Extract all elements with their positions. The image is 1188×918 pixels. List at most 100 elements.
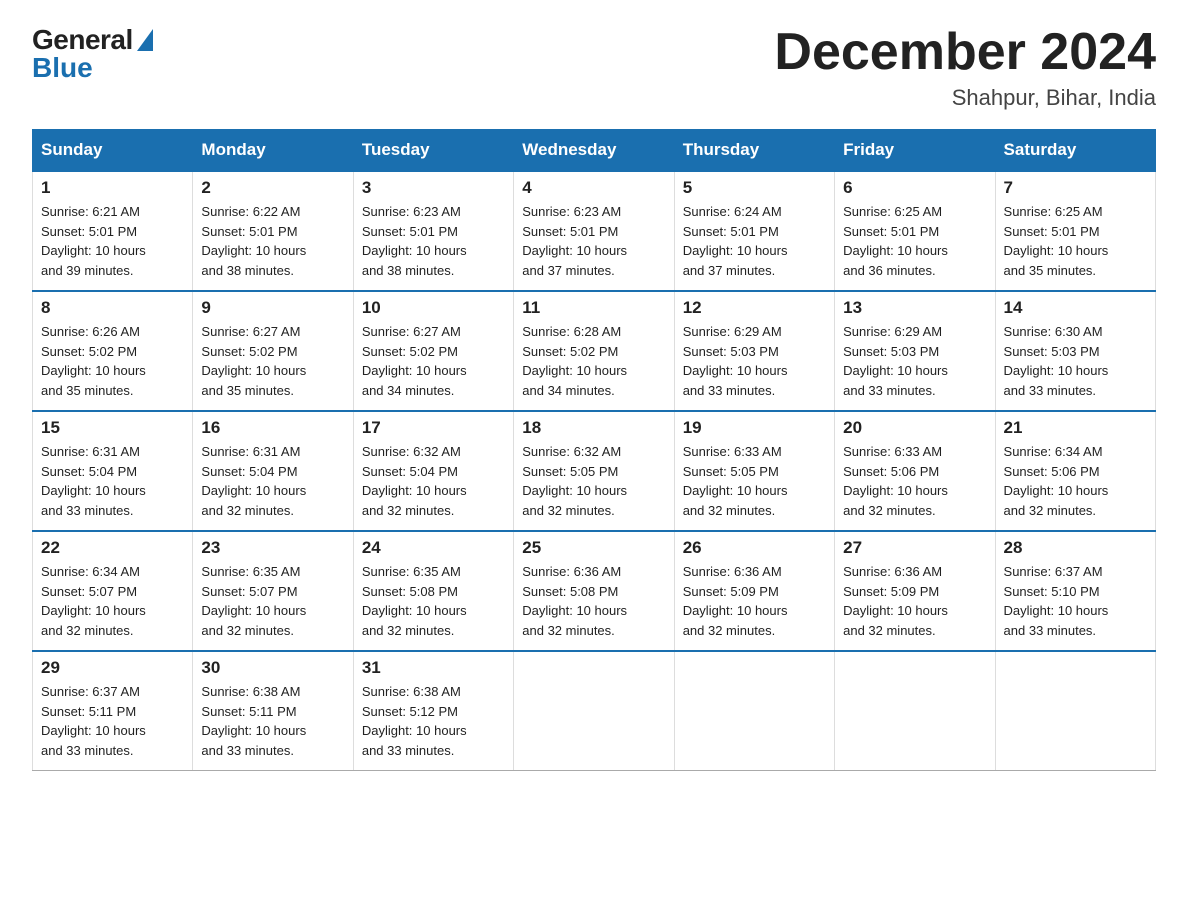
- day-info: Sunrise: 6:38 AM Sunset: 5:11 PM Dayligh…: [201, 682, 344, 760]
- day-info: Sunrise: 6:31 AM Sunset: 5:04 PM Dayligh…: [201, 442, 344, 520]
- calendar-cell: 25 Sunrise: 6:36 AM Sunset: 5:08 PM Dayl…: [514, 531, 674, 651]
- day-number: 3: [362, 178, 505, 198]
- calendar-subtitle: Shahpur, Bihar, India: [774, 85, 1156, 111]
- logo-blue-text: Blue: [32, 52, 93, 84]
- day-info: Sunrise: 6:27 AM Sunset: 5:02 PM Dayligh…: [201, 322, 344, 400]
- calendar-table: Sunday Monday Tuesday Wednesday Thursday…: [32, 129, 1156, 771]
- header-thursday: Thursday: [674, 130, 834, 172]
- calendar-title: December 2024: [774, 24, 1156, 81]
- day-info: Sunrise: 6:33 AM Sunset: 5:05 PM Dayligh…: [683, 442, 826, 520]
- calendar-cell: 3 Sunrise: 6:23 AM Sunset: 5:01 PM Dayli…: [353, 171, 513, 291]
- calendar-cell: 30 Sunrise: 6:38 AM Sunset: 5:11 PM Dayl…: [193, 651, 353, 771]
- day-info: Sunrise: 6:26 AM Sunset: 5:02 PM Dayligh…: [41, 322, 184, 400]
- day-info: Sunrise: 6:28 AM Sunset: 5:02 PM Dayligh…: [522, 322, 665, 400]
- day-info: Sunrise: 6:25 AM Sunset: 5:01 PM Dayligh…: [1004, 202, 1147, 280]
- day-number: 19: [683, 418, 826, 438]
- day-number: 1: [41, 178, 184, 198]
- day-number: 24: [362, 538, 505, 558]
- day-info: Sunrise: 6:37 AM Sunset: 5:11 PM Dayligh…: [41, 682, 184, 760]
- day-info: Sunrise: 6:38 AM Sunset: 5:12 PM Dayligh…: [362, 682, 505, 760]
- calendar-cell: 22 Sunrise: 6:34 AM Sunset: 5:07 PM Dayl…: [33, 531, 193, 651]
- day-info: Sunrise: 6:32 AM Sunset: 5:04 PM Dayligh…: [362, 442, 505, 520]
- day-number: 22: [41, 538, 184, 558]
- calendar-cell: 24 Sunrise: 6:35 AM Sunset: 5:08 PM Dayl…: [353, 531, 513, 651]
- day-info: Sunrise: 6:21 AM Sunset: 5:01 PM Dayligh…: [41, 202, 184, 280]
- header-monday: Monday: [193, 130, 353, 172]
- day-info: Sunrise: 6:36 AM Sunset: 5:09 PM Dayligh…: [683, 562, 826, 640]
- day-info: Sunrise: 6:31 AM Sunset: 5:04 PM Dayligh…: [41, 442, 184, 520]
- calendar-cell: 21 Sunrise: 6:34 AM Sunset: 5:06 PM Dayl…: [995, 411, 1155, 531]
- header-tuesday: Tuesday: [353, 130, 513, 172]
- day-info: Sunrise: 6:29 AM Sunset: 5:03 PM Dayligh…: [843, 322, 986, 400]
- calendar-header-row: Sunday Monday Tuesday Wednesday Thursday…: [33, 130, 1156, 172]
- calendar-cell: 7 Sunrise: 6:25 AM Sunset: 5:01 PM Dayli…: [995, 171, 1155, 291]
- day-number: 15: [41, 418, 184, 438]
- header-wednesday: Wednesday: [514, 130, 674, 172]
- page-header: General Blue December 2024 Shahpur, Biha…: [32, 24, 1156, 111]
- day-number: 2: [201, 178, 344, 198]
- day-number: 17: [362, 418, 505, 438]
- day-number: 11: [522, 298, 665, 318]
- header-saturday: Saturday: [995, 130, 1155, 172]
- day-number: 10: [362, 298, 505, 318]
- calendar-cell: 6 Sunrise: 6:25 AM Sunset: 5:01 PM Dayli…: [835, 171, 995, 291]
- day-number: 6: [843, 178, 986, 198]
- day-info: Sunrise: 6:22 AM Sunset: 5:01 PM Dayligh…: [201, 202, 344, 280]
- day-info: Sunrise: 6:35 AM Sunset: 5:08 PM Dayligh…: [362, 562, 505, 640]
- day-number: 14: [1004, 298, 1147, 318]
- calendar-cell: 11 Sunrise: 6:28 AM Sunset: 5:02 PM Dayl…: [514, 291, 674, 411]
- calendar-cell: 1 Sunrise: 6:21 AM Sunset: 5:01 PM Dayli…: [33, 171, 193, 291]
- day-info: Sunrise: 6:30 AM Sunset: 5:03 PM Dayligh…: [1004, 322, 1147, 400]
- day-number: 28: [1004, 538, 1147, 558]
- day-number: 21: [1004, 418, 1147, 438]
- day-number: 26: [683, 538, 826, 558]
- day-info: Sunrise: 6:36 AM Sunset: 5:08 PM Dayligh…: [522, 562, 665, 640]
- day-number: 13: [843, 298, 986, 318]
- calendar-cell: 28 Sunrise: 6:37 AM Sunset: 5:10 PM Dayl…: [995, 531, 1155, 651]
- day-info: Sunrise: 6:36 AM Sunset: 5:09 PM Dayligh…: [843, 562, 986, 640]
- day-number: 30: [201, 658, 344, 678]
- calendar-cell: 17 Sunrise: 6:32 AM Sunset: 5:04 PM Dayl…: [353, 411, 513, 531]
- calendar-cell: 29 Sunrise: 6:37 AM Sunset: 5:11 PM Dayl…: [33, 651, 193, 771]
- header-friday: Friday: [835, 130, 995, 172]
- calendar-cell: [674, 651, 834, 771]
- calendar-cell: [995, 651, 1155, 771]
- day-info: Sunrise: 6:29 AM Sunset: 5:03 PM Dayligh…: [683, 322, 826, 400]
- day-info: Sunrise: 6:34 AM Sunset: 5:07 PM Dayligh…: [41, 562, 184, 640]
- calendar-week-row: 22 Sunrise: 6:34 AM Sunset: 5:07 PM Dayl…: [33, 531, 1156, 651]
- day-number: 4: [522, 178, 665, 198]
- header-sunday: Sunday: [33, 130, 193, 172]
- calendar-week-row: 15 Sunrise: 6:31 AM Sunset: 5:04 PM Dayl…: [33, 411, 1156, 531]
- calendar-cell: 18 Sunrise: 6:32 AM Sunset: 5:05 PM Dayl…: [514, 411, 674, 531]
- calendar-cell: 2 Sunrise: 6:22 AM Sunset: 5:01 PM Dayli…: [193, 171, 353, 291]
- day-number: 25: [522, 538, 665, 558]
- calendar-cell: [514, 651, 674, 771]
- calendar-cell: 15 Sunrise: 6:31 AM Sunset: 5:04 PM Dayl…: [33, 411, 193, 531]
- calendar-cell: 19 Sunrise: 6:33 AM Sunset: 5:05 PM Dayl…: [674, 411, 834, 531]
- day-info: Sunrise: 6:27 AM Sunset: 5:02 PM Dayligh…: [362, 322, 505, 400]
- calendar-cell: 9 Sunrise: 6:27 AM Sunset: 5:02 PM Dayli…: [193, 291, 353, 411]
- day-number: 20: [843, 418, 986, 438]
- calendar-cell: 27 Sunrise: 6:36 AM Sunset: 5:09 PM Dayl…: [835, 531, 995, 651]
- title-block: December 2024 Shahpur, Bihar, India: [774, 24, 1156, 111]
- day-number: 29: [41, 658, 184, 678]
- calendar-week-row: 8 Sunrise: 6:26 AM Sunset: 5:02 PM Dayli…: [33, 291, 1156, 411]
- logo: General Blue: [32, 24, 153, 84]
- calendar-cell: 16 Sunrise: 6:31 AM Sunset: 5:04 PM Dayl…: [193, 411, 353, 531]
- day-number: 9: [201, 298, 344, 318]
- day-number: 27: [843, 538, 986, 558]
- day-info: Sunrise: 6:33 AM Sunset: 5:06 PM Dayligh…: [843, 442, 986, 520]
- day-info: Sunrise: 6:23 AM Sunset: 5:01 PM Dayligh…: [522, 202, 665, 280]
- calendar-cell: 23 Sunrise: 6:35 AM Sunset: 5:07 PM Dayl…: [193, 531, 353, 651]
- calendar-cell: 20 Sunrise: 6:33 AM Sunset: 5:06 PM Dayl…: [835, 411, 995, 531]
- day-info: Sunrise: 6:32 AM Sunset: 5:05 PM Dayligh…: [522, 442, 665, 520]
- day-info: Sunrise: 6:34 AM Sunset: 5:06 PM Dayligh…: [1004, 442, 1147, 520]
- calendar-cell: 31 Sunrise: 6:38 AM Sunset: 5:12 PM Dayl…: [353, 651, 513, 771]
- day-info: Sunrise: 6:37 AM Sunset: 5:10 PM Dayligh…: [1004, 562, 1147, 640]
- calendar-cell: 14 Sunrise: 6:30 AM Sunset: 5:03 PM Dayl…: [995, 291, 1155, 411]
- calendar-cell: [835, 651, 995, 771]
- day-number: 16: [201, 418, 344, 438]
- calendar-cell: 4 Sunrise: 6:23 AM Sunset: 5:01 PM Dayli…: [514, 171, 674, 291]
- calendar-cell: 5 Sunrise: 6:24 AM Sunset: 5:01 PM Dayli…: [674, 171, 834, 291]
- day-info: Sunrise: 6:23 AM Sunset: 5:01 PM Dayligh…: [362, 202, 505, 280]
